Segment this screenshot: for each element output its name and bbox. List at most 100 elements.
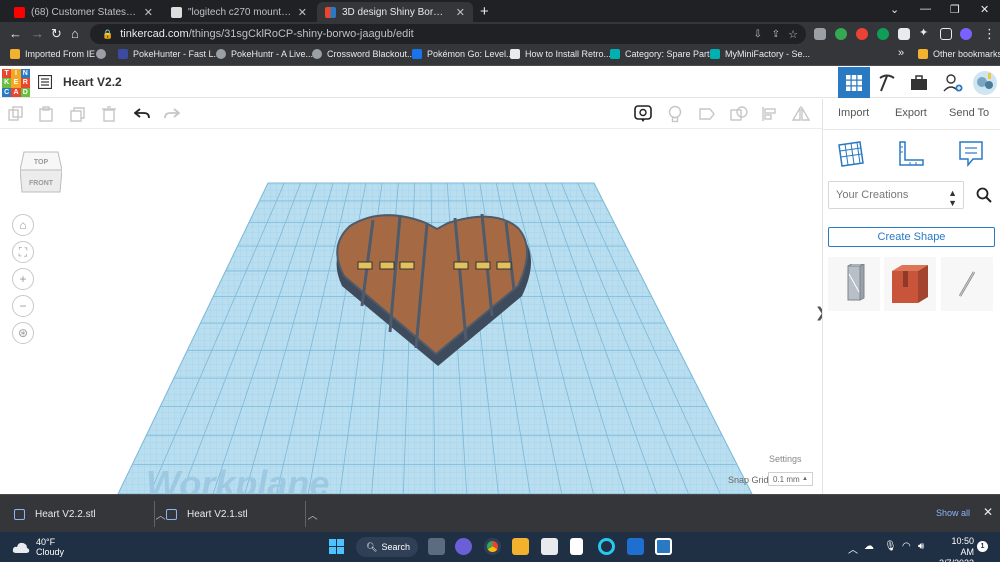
install-app-icon[interactable]: ⇩ (754, 29, 762, 40)
bookmark-item[interactable]: Imported From IE (10, 49, 95, 59)
file-explorer-icon[interactable] (512, 538, 529, 555)
windows-start-icon[interactable] (328, 538, 345, 555)
delete-button[interactable] (100, 105, 118, 123)
create-shape-button[interactable]: Create Shape (828, 227, 995, 247)
close-tab-icon[interactable]: ✕ (298, 6, 307, 19)
wifi-icon[interactable]: ◠ (902, 541, 911, 552)
download-item[interactable]: Heart V2.2.stl ︿ (14, 503, 166, 525)
zoom-in-button[interactable]: + (12, 268, 34, 290)
forward-icon[interactable]: → (31, 26, 44, 41)
app-icon[interactable] (627, 538, 644, 555)
bookmark-item[interactable]: How to Install Retro... (510, 49, 611, 59)
onedrive-icon[interactable]: ☁ (864, 541, 874, 552)
home-icon[interactable]: ⌂ (71, 26, 79, 41)
notepad-icon[interactable] (570, 538, 583, 555)
browser-tab-thingiverse[interactable]: "logitech c270 mount ender 3" 3 ✕ (163, 2, 315, 22)
share-icon[interactable]: ⇪ (772, 29, 780, 40)
minimize-icon[interactable]: — (920, 3, 931, 15)
tinkercad-app-icon[interactable] (655, 538, 672, 555)
new-tab-button[interactable]: + (480, 3, 489, 20)
back-icon[interactable]: ← (9, 26, 22, 41)
bricks-button[interactable] (903, 67, 935, 98)
export-button[interactable]: Export (895, 107, 927, 119)
bookmark-item[interactable]: MyMiniFactory - Se... (710, 49, 810, 59)
notification-badge[interactable]: 1 (977, 541, 988, 552)
copy-button[interactable] (7, 105, 25, 123)
ruler-icon[interactable] (896, 139, 926, 169)
bookmark-item-other[interactable]: Other bookmarks (918, 49, 1000, 59)
view-cube[interactable]: TOP FRONT (20, 146, 62, 196)
sidebar-icon[interactable] (940, 28, 952, 40)
shape-search-button[interactable] (970, 181, 998, 209)
design-list-icon[interactable] (38, 75, 52, 89)
teams-chat-icon[interactable] (455, 538, 472, 555)
user-avatar[interactable] (969, 67, 1000, 98)
extension-icon[interactable] (856, 28, 868, 40)
chevron-up-icon[interactable]: ︿ (308, 507, 318, 522)
volume-icon[interactable]: 🔊︎ (918, 541, 924, 552)
duplicate-button[interactable] (69, 105, 87, 123)
bookmark-item[interactable]: Category: Spare Parts (610, 49, 714, 59)
send-to-button[interactable]: Send To (949, 107, 989, 119)
close-icon[interactable]: ✕ (983, 505, 993, 519)
notes-button[interactable] (634, 105, 652, 123)
bookmark-item[interactable]: Pokémon Go: Level... (412, 49, 514, 59)
undo-button[interactable] (133, 105, 151, 123)
workplane-grid[interactable]: Workplane (0, 130, 822, 494)
notes-icon[interactable] (956, 139, 986, 169)
extension-icon[interactable] (814, 28, 826, 40)
mirror-button[interactable] (792, 105, 810, 123)
taskbar-clock[interactable]: 10:50 AM 2/7/2023 (936, 536, 974, 569)
show-all-downloads-link[interactable]: Show all (936, 508, 970, 518)
ortho-view-button[interactable]: ⊛ (12, 322, 34, 344)
bookmarks-overflow[interactable]: » (898, 47, 904, 59)
puzzle-icon[interactable]: ✦ (919, 26, 931, 39)
design-canvas[interactable]: Workplane TOP FRONT ⌂ ⛶ + − ⊛ Settings S… (0, 130, 822, 494)
microsoft-store-icon[interactable] (541, 538, 558, 555)
creation-thumbnail[interactable] (884, 257, 936, 311)
paste-button[interactable] (37, 105, 55, 123)
design-title[interactable]: Heart V2.2 (63, 75, 122, 89)
extension-icon[interactable] (877, 28, 889, 40)
home-view-button[interactable]: ⌂ (12, 214, 34, 236)
workplane-icon[interactable] (836, 139, 866, 169)
address-bar[interactable]: 🔒 tinkercad.com/things/31sgCklRoCP-shiny… (90, 24, 806, 44)
snap-grid-select[interactable]: 0.1 mm ▲ (768, 472, 813, 486)
tinkercad-logo[interactable]: T I N K E R C A D (2, 69, 30, 97)
grammarly-icon[interactable] (835, 28, 847, 40)
cortana-icon[interactable] (598, 538, 615, 555)
bookmark-item[interactable]: PokeHuntr - A Live... (216, 49, 313, 59)
fit-view-button[interactable]: ⛶ (12, 241, 34, 263)
weather-widget[interactable]: 40°F Cloudy (12, 537, 64, 557)
tab-search-icon[interactable]: ⌄ (890, 3, 899, 16)
chevron-up-icon[interactable]: ︿ (156, 507, 166, 522)
group-button[interactable] (730, 105, 748, 123)
extension-icon[interactable] (898, 28, 910, 40)
task-view-icon[interactable] (428, 538, 445, 555)
settings-link[interactable]: Settings (769, 454, 802, 464)
invite-user-button[interactable] (937, 67, 969, 98)
browser-tab-tinkercad[interactable]: 3D design Shiny Borwo-Jaagub | ✕ (317, 2, 473, 22)
close-tab-icon[interactable]: ✕ (456, 6, 465, 19)
profile-avatar[interactable] (960, 28, 972, 40)
taskbar-search[interactable]: 🔍︎ Search (356, 537, 418, 557)
download-item[interactable]: Heart V2.1.stl ︿ (166, 503, 318, 525)
zoom-out-button[interactable]: − (12, 295, 34, 317)
creation-thumbnail[interactable] (941, 257, 993, 311)
bookmark-item[interactable] (96, 49, 111, 59)
redo-button[interactable] (163, 105, 181, 123)
bookmark-star-icon[interactable]: ☆ (788, 28, 798, 41)
import-button[interactable]: Import (838, 107, 869, 119)
close-tab-icon[interactable]: ✕ (144, 6, 153, 19)
bookmark-item[interactable]: Crossword Blackout... (312, 49, 415, 59)
tray-overflow-icon[interactable]: ︿ (848, 541, 858, 556)
close-window-icon[interactable]: ✕ (980, 3, 989, 16)
microphone-icon[interactable]: 🎙︎ (884, 541, 897, 552)
align-button[interactable] (761, 105, 779, 123)
chevron-right-icon[interactable]: ❯ (815, 304, 822, 321)
shape-button[interactable] (698, 105, 716, 123)
blocks-button[interactable] (871, 67, 903, 98)
browser-tab-youtube[interactable]: (68) Customer States: "Fingers C ✕ (6, 2, 161, 22)
shape-library-select[interactable]: Your Creations ▲ ▼ (828, 181, 964, 209)
3d-view-grid-button[interactable] (838, 67, 870, 98)
